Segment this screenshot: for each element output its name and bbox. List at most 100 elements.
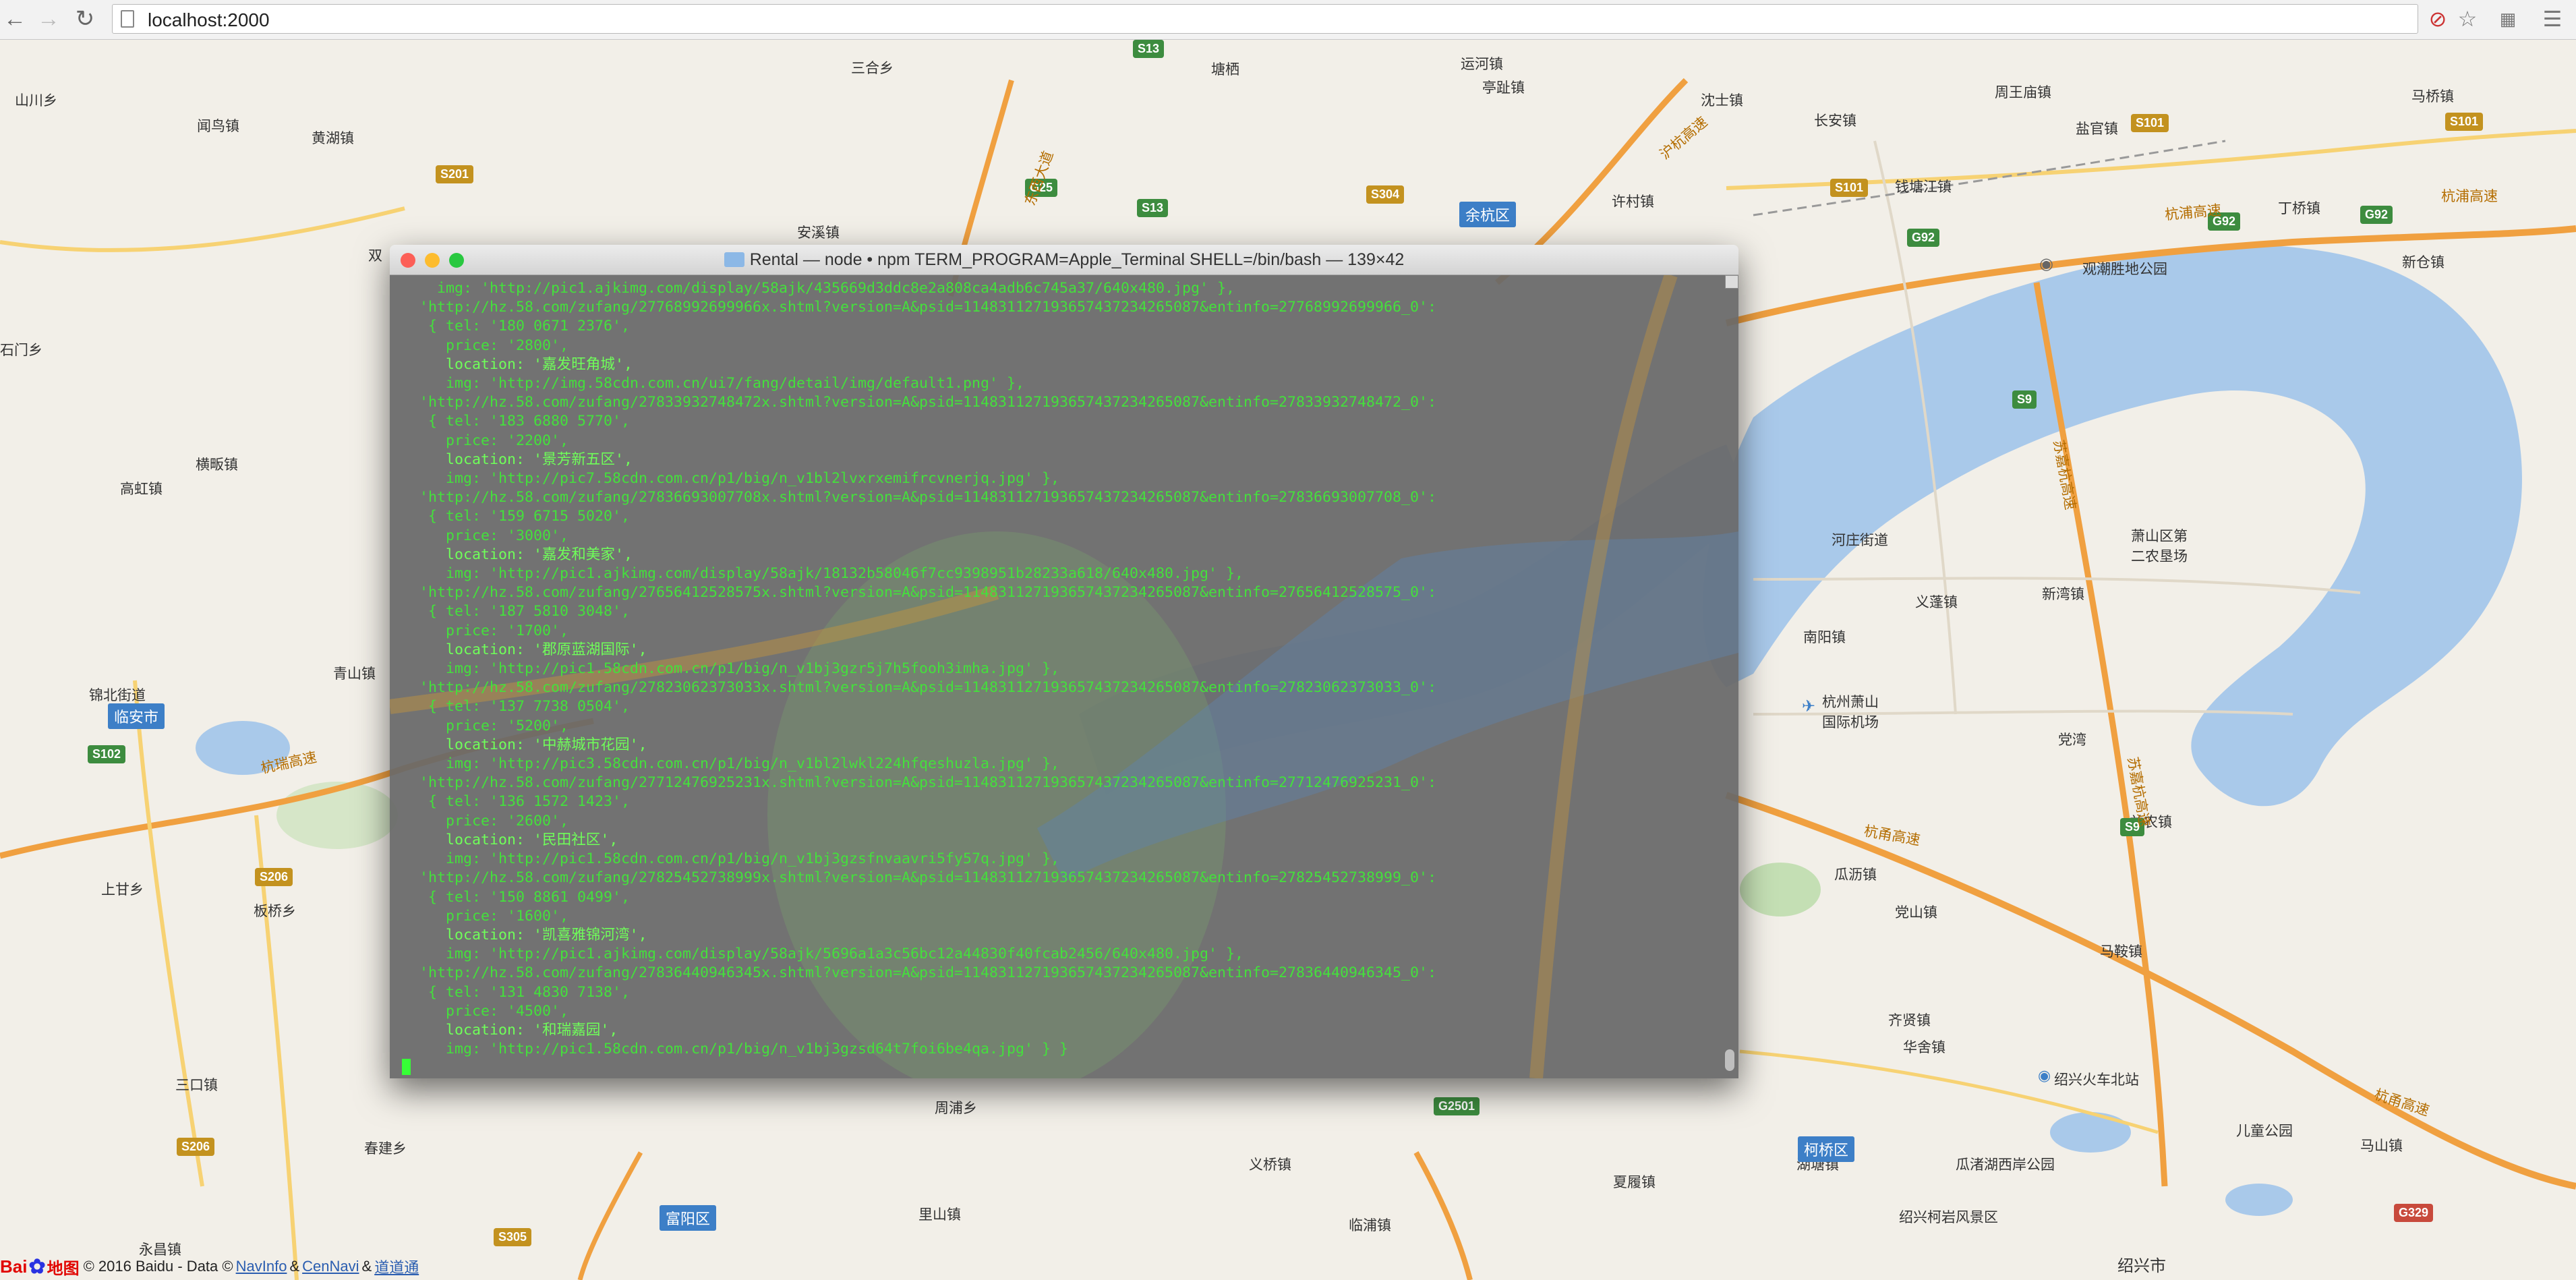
- reload-icon[interactable]: ↻: [70, 4, 100, 34]
- terminal-line: img: 'http://pic1.58cdn.com.cn/p1/big/n_…: [402, 850, 1060, 868]
- terminal-line: img: 'http://pic1.ajkimg.com/display/58a…: [402, 946, 1244, 963]
- terminal-line: price: '4500',: [402, 1002, 569, 1020]
- place-label: 锦北街道: [89, 687, 146, 703]
- terminal-titlebar[interactable]: Rental — node • npm TERM_PROGRAM=Apple_T…: [390, 245, 1738, 275]
- place-label: 亭趾镇: [1482, 80, 1525, 96]
- road-shield: S101: [2131, 114, 2169, 132]
- terminal-scrollbar[interactable]: [1725, 278, 1734, 1074]
- highway: [1413, 1151, 1473, 1280]
- place-label: 周浦乡: [935, 1100, 977, 1116]
- place-label: 黄湖镇: [312, 130, 354, 146]
- back-arrow-icon[interactable]: ←: [0, 4, 30, 34]
- terminal-line: { tel: '137 7738 0504',: [402, 698, 631, 716]
- place-label: 沈士镇: [1701, 92, 1743, 109]
- place-label: 瓜渚湖西岸公园: [1956, 1157, 2055, 1173]
- place-label: 春建乡: [364, 1140, 407, 1157]
- road-shield: G92: [2360, 206, 2393, 224]
- place-label: 安溪镇: [797, 225, 840, 241]
- terminal-line: price: '2200',: [402, 432, 569, 449]
- forward-arrow-icon[interactable]: →: [34, 4, 63, 34]
- browser-toolbar: ← → ↻ localhost:2000 ⊘ ☆ ▦ ☰: [0, 0, 2576, 40]
- terminal-line: { tel: '131 4830 7138',: [402, 983, 631, 1001]
- terminal-line: price: '1700',: [402, 622, 569, 639]
- terminal-line: 'http://hz.58.com/zufang/27768992699966x…: [402, 299, 1437, 316]
- terminal-line: img: 'http://img.58cdn.com.cn/ui7/fang/d…: [402, 375, 1025, 392]
- terminal-line: img: 'http://pic7.58cdn.com.cn/p1/big/n_…: [402, 470, 1060, 488]
- place-label: 三合乡: [851, 60, 894, 76]
- terminal-line: 'http://hz.58.com/zufang/27833932748472x…: [402, 394, 1437, 411]
- place-label: 新湾镇: [2042, 586, 2084, 602]
- place-label: 马桥镇: [2411, 88, 2454, 105]
- place-label: 绍兴柯岩风景区: [1899, 1209, 1998, 1225]
- place-label: 上甘乡: [101, 881, 144, 898]
- road-shield: S102: [88, 745, 126, 763]
- terminal-line: location: '景芳新五区',: [402, 450, 633, 468]
- road-shield: S13: [1133, 40, 1165, 58]
- terminal-line: price: '2800',: [402, 337, 569, 354]
- road: [0, 206, 405, 252]
- blocked-extension-icon[interactable]: ⊘: [2425, 6, 2451, 32]
- place-label: 义蓬镇: [1915, 594, 1958, 610]
- place-label: 临浦镇: [1349, 1217, 1391, 1233]
- terminal-output[interactable]: img: 'http://pic1.ajkimg.com/display/58a…: [390, 275, 1738, 1078]
- terminal-line: location: '民田社区',: [402, 831, 618, 848]
- terminal-line: { tel: '136 1572 1423',: [402, 793, 631, 811]
- place-label: 钱塘江镇: [1895, 179, 1952, 195]
- place-label: 观潮胜地公园: [2082, 261, 2167, 277]
- navinfo-link[interactable]: NavInfo: [236, 1258, 287, 1275]
- terminal-line: img: 'http://pic1.ajkimg.com/display/58a…: [402, 565, 1244, 583]
- amp-text: &: [289, 1258, 300, 1275]
- road-shield: G329: [2394, 1204, 2434, 1222]
- text-cursor: [402, 1059, 411, 1076]
- address-bar[interactable]: localhost:2000: [112, 4, 2418, 34]
- place-label: 华舍镇: [1903, 1039, 1945, 1055]
- copyright-text: © 2016 Baidu - Data ©: [83, 1258, 233, 1275]
- place-label: 运河镇: [1461, 56, 1503, 72]
- lake: [2225, 1184, 2293, 1216]
- place-label: 新仓镇: [2402, 254, 2445, 270]
- place-label: 许村镇: [1612, 194, 1654, 210]
- terminal-window[interactable]: Rental — node • npm TERM_PROGRAM=Apple_T…: [390, 245, 1738, 1078]
- daodaotong-link[interactable]: 道道通: [374, 1256, 419, 1277]
- place-label: 杭州萧山 国际机场: [1822, 694, 1879, 730]
- terminal-line: 'http://hz.58.com/zufang/27825452738999x…: [402, 869, 1437, 887]
- extension-icon[interactable]: ▦: [2495, 6, 2521, 32]
- green-area: [1740, 863, 1821, 917]
- baidu-paw-icon: ✿: [28, 1255, 46, 1278]
- district-badge[interactable]: 临安市: [108, 703, 165, 729]
- station-icon: ◉: [2038, 1068, 2051, 1084]
- road-label: 杭浦高速: [2441, 188, 2498, 204]
- bookmark-star-icon[interactable]: ☆: [2455, 6, 2480, 32]
- place-label: 瓜沥镇: [1834, 867, 1877, 883]
- terminal-line: { tel: '183 6880 5770',: [402, 413, 631, 430]
- district-badge[interactable]: 富阳区: [660, 1205, 717, 1231]
- terminal-line: 'http://hz.58.com/zufang/27836693007708x…: [402, 489, 1437, 506]
- hamburger-menu-icon[interactable]: ☰: [2540, 6, 2565, 32]
- page-icon: [121, 10, 134, 28]
- place-label: 盐官镇: [2076, 121, 2118, 137]
- road-shield: S206: [177, 1138, 215, 1156]
- baidu-logo[interactable]: Bai ✿ 地图: [0, 1255, 80, 1279]
- road-shield: S304: [1366, 185, 1405, 204]
- place-label: 夏履镇: [1613, 1174, 1656, 1190]
- place-label: 高虹镇: [120, 481, 163, 497]
- scrollbar-top-button[interactable]: [1725, 275, 1738, 289]
- place-label: 萧山区第 二农垦场: [2131, 528, 2188, 564]
- district-badge[interactable]: 柯桥区: [1798, 1136, 1855, 1162]
- place-label: 山川乡: [15, 92, 57, 109]
- terminal-title: Rental — node • npm TERM_PROGRAM=Apple_T…: [390, 250, 1738, 270]
- url-text[interactable]: localhost:2000: [148, 9, 270, 31]
- scrollbar-thumb[interactable]: [1725, 1049, 1734, 1071]
- terminal-line: location: '嘉发旺角城',: [402, 355, 633, 373]
- place-label: 双: [368, 248, 382, 264]
- road-shield: S201: [436, 165, 474, 183]
- place-label: 塘栖: [1211, 61, 1239, 78]
- terminal-line: price: '3000',: [402, 527, 569, 544]
- place-label: 马山镇: [2360, 1138, 2403, 1154]
- place-label: 义桥镇: [1249, 1157, 1291, 1173]
- district-badge[interactable]: 余杭区: [1459, 202, 1517, 227]
- cennavi-link[interactable]: CenNavi: [302, 1258, 359, 1275]
- place-label: 闻鸟镇: [197, 118, 239, 134]
- terminal-line: 'http://hz.58.com/zufang/27836440946345x…: [402, 964, 1437, 982]
- place-label: 儿童公园: [2236, 1123, 2293, 1139]
